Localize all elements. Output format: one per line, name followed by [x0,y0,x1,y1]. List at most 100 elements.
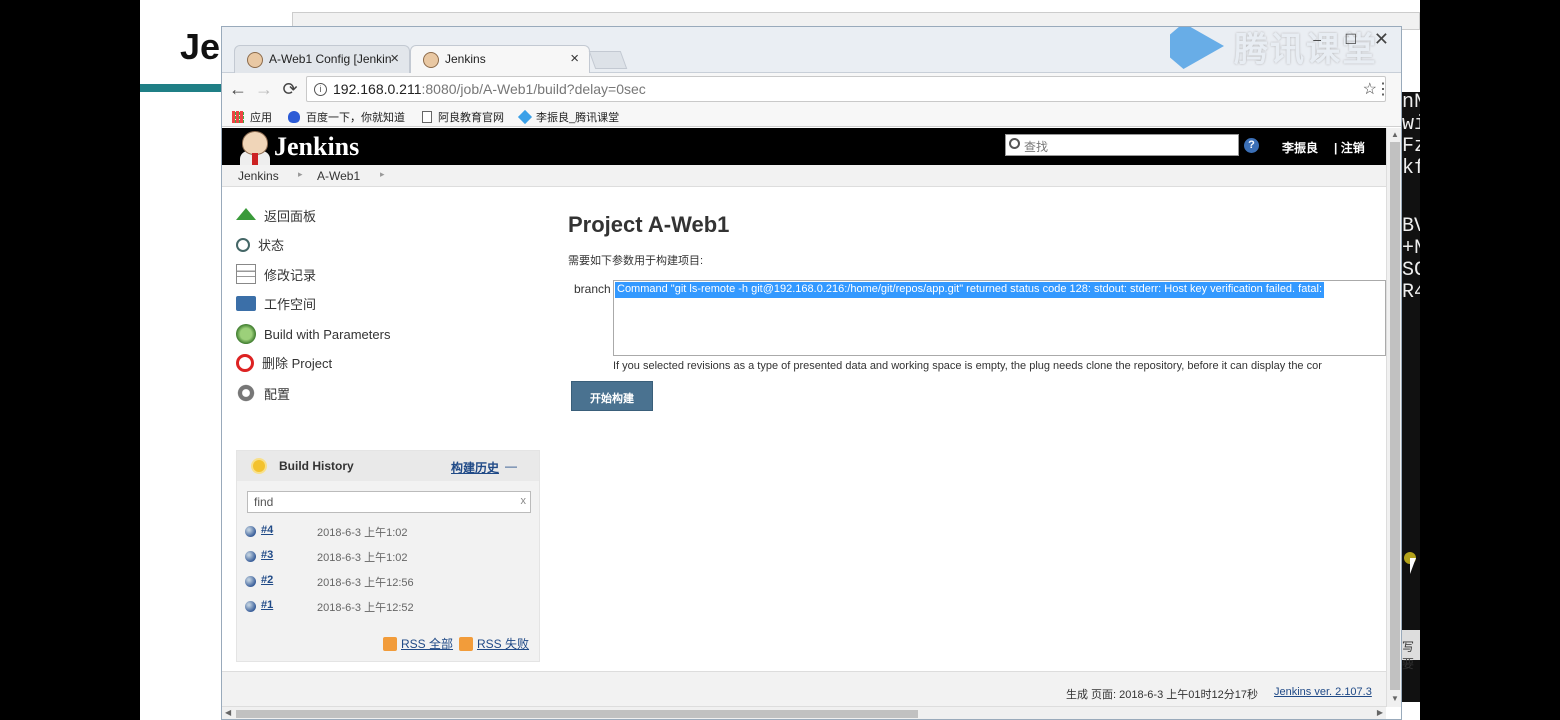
page-description: 需要如下参数用于构建项目: [568,255,704,267]
vertical-scrollbar[interactable]: ▲ ▼ [1386,128,1401,707]
jenkins-page: Jenkins 查找 ? 李振良 | 注销 Jenkins ▸ A-Web1 ▸… [222,128,1386,711]
back-button[interactable]: ← [228,79,248,100]
tab-close-icon[interactable]: × [390,50,399,67]
rss-all-link[interactable]: RSS 全部 [401,635,453,652]
terminal-line: Fz [1402,135,1420,158]
task-delete-project[interactable]: 删除 Project [236,353,332,372]
build-number-link[interactable]: #2 [261,574,273,586]
rss-icon[interactable] [459,636,474,651]
bookmark-apps[interactable]: 应用 [232,109,272,125]
bookmark-label: 李振良_腾讯课堂 [536,112,620,124]
bookmark-baidu[interactable]: 百度一下，你就知道 [288,109,405,125]
menu-icon[interactable]: ⋮ [1375,79,1391,99]
build-history-panel: Build History 构建历史 — find x #4 2018-6-3 … [236,450,540,662]
new-tab-button[interactable] [588,51,628,69]
build-number-link[interactable]: #4 [261,524,273,536]
background-terminal: nNwiFzkf BV+NSCR4 [1402,92,1420,702]
scroll-up-icon[interactable]: ▲ [1391,130,1399,139]
horizontal-scrollbar[interactable]: ◀ ▶ [222,706,1386,719]
collapse-icon[interactable]: — [505,459,517,473]
terminal-line: kf [1402,157,1420,180]
help-icon[interactable]: ? [1244,138,1259,153]
tab-label: A-Web1 Config [Jenkin [269,52,392,66]
build-number-link[interactable]: #1 [261,599,273,611]
maximize-button[interactable]: ☐ [1344,31,1357,48]
scroll-left-icon[interactable]: ◀ [225,708,231,717]
background-panel-text: 写 要 [1402,630,1420,671]
build-number-link[interactable]: #3 [261,549,273,561]
bookmark-label: 应用 [250,112,272,124]
rss-failed-link[interactable]: RSS 失败 [477,635,529,652]
tab-jenkins[interactable]: Jenkins × [410,45,590,73]
task-label: 工作空间 [264,297,317,312]
vertical-scroll-thumb[interactable] [1390,142,1400,690]
jenkins-icon [247,52,263,68]
task-workspace[interactable]: 工作空间 [236,294,316,313]
tab-a-web1-config[interactable]: A-Web1 Config [Jenkin × [234,45,410,73]
terminal-line: wi [1402,113,1420,136]
build-status-ball-icon[interactable] [245,601,256,612]
build-trend-link[interactable]: 构建历史 [451,459,499,476]
build-button[interactable]: 开始构建 [571,381,653,411]
terminal-line: +N [1402,237,1420,260]
build-row: #4 2018-6-3 上午1:02 [245,521,535,543]
task-status[interactable]: 状态 [236,235,284,254]
build-date[interactable]: 2018-6-3 上午12:56 [317,574,414,590]
magnifier-icon [236,237,250,252]
build-row: #3 2018-6-3 上午1:02 [245,546,535,568]
rss-links: RSS 全部 RSS 失败 [383,635,531,652]
minimize-button[interactable]: – [1313,31,1321,47]
reload-button[interactable]: ⟳ [280,79,300,100]
browser-window: A-Web1 Config [Jenkin × Jenkins × 腾讯课堂 –… [221,26,1402,720]
jenkins-logo-text[interactable]: Jenkins [274,132,359,162]
logout-link[interactable]: | 注销 [1334,139,1365,156]
bookmark-aliang[interactable]: 阿良教育官网 [422,109,504,125]
build-status-ball-icon[interactable] [245,551,256,562]
build-status-ball-icon[interactable] [245,576,256,587]
user-link[interactable]: 李振良 [1282,139,1318,156]
filter-placeholder: find [254,495,274,509]
task-changes[interactable]: 修改记录 [236,264,316,284]
task-build-with-parameters[interactable]: Build with Parameters [236,324,390,344]
tencent-classroom-logo-icon [1170,27,1224,69]
clock-icon [236,324,256,344]
apps-icon [232,111,244,123]
breadcrumb-jenkins[interactable]: Jenkins [238,169,279,183]
address-bar[interactable]: i 192.168.0.211:8080/job/A-Web1/build?de… [306,76,1386,102]
forward-button[interactable]: → [254,79,274,100]
page-footer: 生成 页面: 2018-6-3 上午01时12分17秒 Jenkins ver.… [222,671,1386,711]
build-date[interactable]: 2018-6-3 上午1:02 [317,524,408,540]
branch-option-selected[interactable]: Command "git ls-remote -h git@192.168.0.… [615,282,1325,298]
window-close-button[interactable]: ✕ [1374,29,1389,50]
search-placeholder: 查找 [1024,140,1049,154]
build-filter-input[interactable]: find x [247,491,531,513]
branch-select-list[interactable]: Command "git ls-remote -h git@192.168.0.… [613,280,1386,356]
task-label: Build with Parameters [264,326,391,342]
build-status-ball-icon[interactable] [245,526,256,537]
build-date[interactable]: 2018-6-3 上午1:02 [317,549,408,565]
jenkins-version-link[interactable]: Jenkins ver. 2.107.3 [1274,686,1372,698]
clear-filter-icon[interactable]: x [521,495,527,507]
breadcrumb: Jenkins ▸ A-Web1 ▸ [222,165,1386,187]
bookmark-teacher[interactable]: 李振良_腾讯课堂 [517,109,620,125]
jenkins-butler-icon[interactable] [240,131,270,165]
folder-icon [236,296,256,311]
tab-close-icon[interactable]: × [570,50,579,67]
horizontal-scroll-thumb[interactable] [236,710,918,718]
rss-icon[interactable] [383,636,397,651]
task-back-to-dashboard[interactable]: 返回面板 [236,206,316,225]
scroll-right-icon[interactable]: ▶ [1377,708,1383,717]
scroll-down-icon[interactable]: ▼ [1391,694,1399,703]
build-date[interactable]: 2018-6-3 上午12:52 [317,599,414,615]
search-input[interactable]: 查找 [1005,134,1239,156]
breadcrumb-a-web1[interactable]: A-Web1 [317,169,360,183]
breadcrumb-chevron-icon[interactable]: ▸ [298,169,303,180]
breadcrumb-chevron-icon[interactable]: ▸ [380,169,385,180]
task-configure[interactable]: 配置 [236,383,290,403]
url-path: :8080/job/A-Web1/build?delay=0sec [421,81,646,97]
task-label: 返回面板 [264,209,317,224]
parameter-help-text: If you selected revisions as a type of p… [613,360,1322,372]
tab-label: Jenkins [445,52,486,66]
info-icon[interactable]: i [314,83,327,96]
